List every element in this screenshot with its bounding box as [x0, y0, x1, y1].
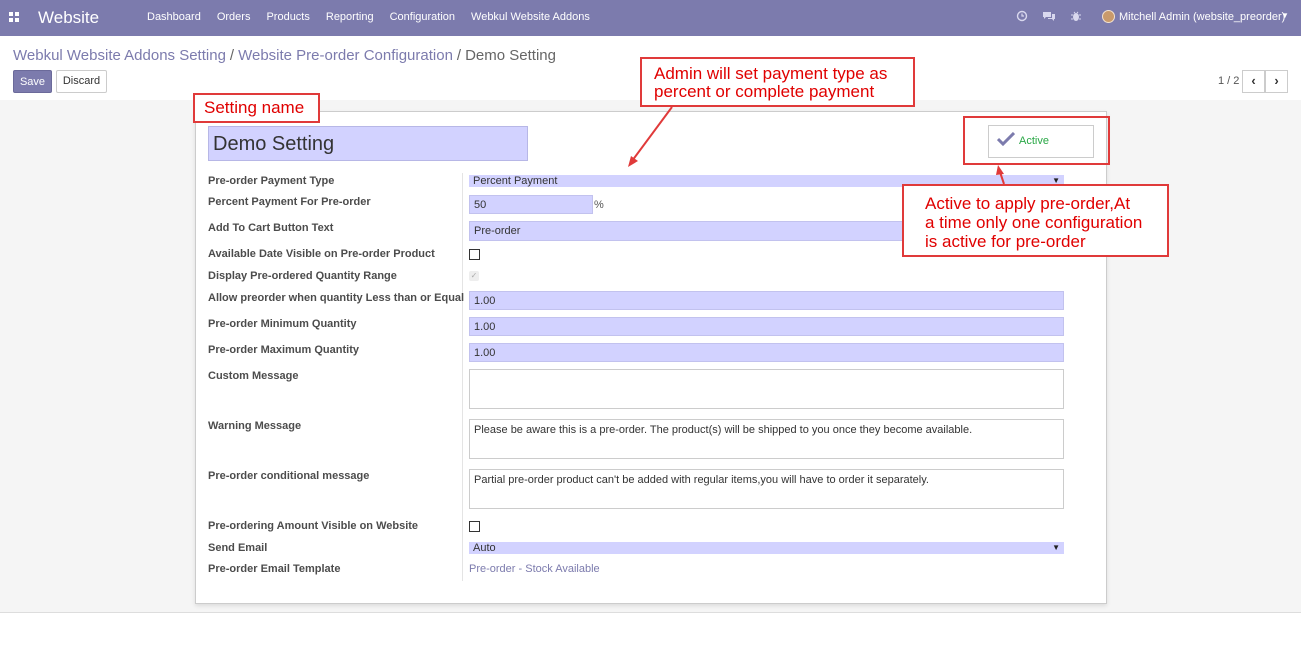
annotation-arrows: [628, 106, 1005, 185]
